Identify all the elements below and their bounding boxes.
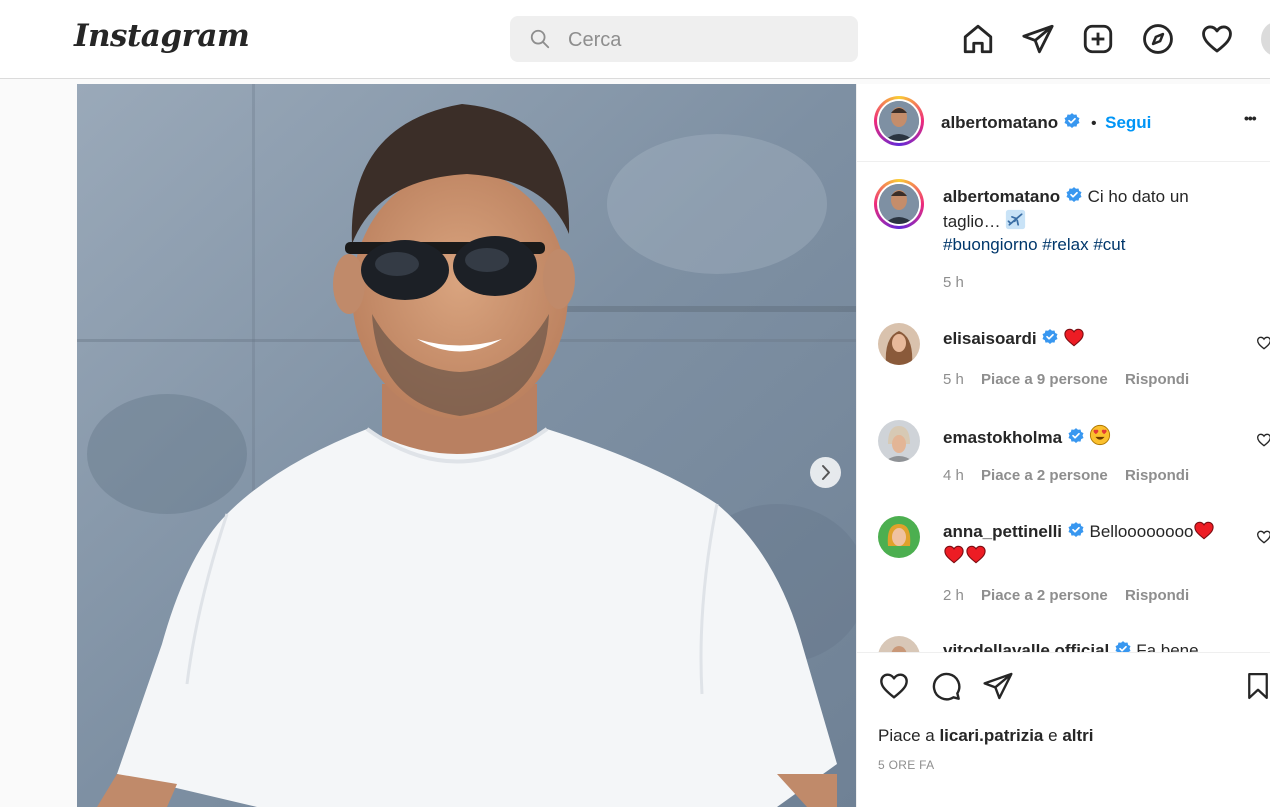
comment-time: 4 h [943, 467, 964, 484]
search-input[interactable] [566, 24, 850, 56]
direct-message-icon[interactable] [1021, 22, 1055, 56]
comment-like-heart-icon[interactable] [1256, 432, 1270, 448]
caption: albertomatano Ci ho dato un taglio… #buo… [943, 185, 1243, 257]
comment-text: Belloooooooo [1089, 522, 1194, 541]
share-send-icon[interactable] [982, 670, 1014, 702]
likes-others-link[interactable]: altri [1062, 726, 1093, 745]
comments-scroll-cutoff: vitodellavalle.official Fa bene [857, 632, 1270, 652]
comment-likes-link[interactable]: Piace a 2 persone [981, 587, 1108, 604]
chevron-right-icon [822, 465, 830, 480]
post-side-panel: albertomatano • Segui ••• albertomatano … [856, 84, 1270, 807]
author-username[interactable]: albertomatano [941, 113, 1058, 132]
commenter-avatar[interactable] [878, 516, 920, 558]
next-image-button[interactable] [810, 457, 841, 488]
likes-summary: Piace a licari.patrizia e altri [878, 726, 1094, 746]
comment-likes-link[interactable]: Piace a 2 persone [981, 467, 1108, 484]
comment-meta: 5 h Piace a 9 persone Rispondi [943, 371, 1189, 388]
red-heart-emoji-icon [966, 545, 986, 564]
post-timestamp: 5 ORE FA [878, 758, 935, 772]
verified-badge-icon [1064, 113, 1080, 128]
comment-likes-link[interactable]: Piace a 9 persone [981, 371, 1108, 388]
search-icon [530, 29, 550, 49]
caption-text-continued: taglio… [943, 211, 1001, 231]
comment-time: 5 h [943, 371, 964, 388]
hashtag-link[interactable]: #buongiorno [943, 235, 1038, 254]
hashtag-link[interactable]: #relax [1042, 235, 1088, 254]
verified-badge-icon [1115, 641, 1131, 652]
likes-conjunction: e [1048, 726, 1058, 745]
commenter-avatar[interactable] [878, 323, 920, 365]
liker-username[interactable]: licari.patrizia [939, 726, 1043, 745]
comment-meta: 2 h Piace a 2 persone Rispondi [943, 587, 1189, 604]
more-options-icon[interactable]: ••• [1244, 110, 1257, 126]
explore-icon[interactable] [1141, 22, 1175, 56]
commenter-avatar[interactable] [878, 636, 920, 652]
comment: emastokholma [943, 424, 1111, 448]
comment-username[interactable]: emastokholma [943, 428, 1062, 447]
red-heart-emoji-icon [1194, 521, 1215, 540]
comment: vitodellavalle.official Fa bene [943, 640, 1199, 652]
comment-like-heart-icon[interactable] [1256, 335, 1270, 351]
activity-heart-icon[interactable] [1200, 22, 1234, 56]
photo-illustration [77, 84, 856, 807]
comment: elisaisoardi [943, 327, 1085, 349]
red-heart-emoji-icon [944, 545, 964, 564]
reply-button[interactable]: Rispondi [1125, 467, 1189, 484]
red-heart-emoji-icon [1064, 328, 1085, 347]
caption-author-avatar[interactable] [874, 179, 924, 229]
comment-username[interactable]: anna_pettinelli [943, 522, 1062, 541]
caption-username[interactable]: albertomatano [943, 187, 1060, 206]
home-icon[interactable] [961, 22, 995, 56]
search-box[interactable] [510, 16, 858, 62]
divider [857, 161, 1270, 162]
reply-button[interactable]: Rispondi [1125, 587, 1189, 604]
comment-username[interactable]: vitodellavalle.official [943, 641, 1109, 652]
like-heart-icon[interactable] [878, 670, 910, 702]
airplane-emoji-icon [1006, 209, 1026, 229]
likes-prefix: Piace a [878, 726, 935, 745]
profile-avatar[interactable] [1261, 22, 1270, 56]
top-navigation-bar: Instagram [0, 0, 1270, 79]
verified-badge-icon [1068, 428, 1083, 443]
post-header: albertomatano • Segui [941, 112, 1151, 133]
comment-meta: 4 h Piace a 2 persone Rispondi [943, 467, 1189, 484]
reply-button[interactable]: Rispondi [1125, 371, 1189, 388]
instagram-logo[interactable]: Instagram [74, 18, 250, 54]
verified-badge-icon [1066, 187, 1082, 202]
caption-text: Ci ho dato un [1087, 187, 1189, 206]
verified-badge-icon [1042, 329, 1058, 344]
comment-time: 2 h [943, 587, 964, 604]
author-avatar[interactable] [874, 96, 924, 146]
comment-like-heart-icon[interactable] [1256, 529, 1270, 545]
divider [857, 652, 1270, 653]
verified-badge-icon [1068, 522, 1084, 537]
caption-time: 5 h [943, 274, 964, 291]
comment-username[interactable]: elisaisoardi [943, 329, 1037, 348]
comment-text: Fa bene [1136, 641, 1199, 652]
separator-dot: • [1091, 115, 1097, 132]
comment: anna_pettinelli Belloooooooo [943, 520, 1243, 568]
hashtag-link[interactable]: #cut [1093, 235, 1125, 254]
new-post-icon[interactable] [1081, 22, 1115, 56]
heart-eyes-emoji-icon [1089, 424, 1111, 446]
post-photo[interactable] [77, 84, 856, 807]
commenter-avatar[interactable] [878, 420, 920, 462]
save-bookmark-icon[interactable] [1243, 670, 1270, 702]
follow-button[interactable]: Segui [1105, 113, 1151, 132]
comment-bubble-icon[interactable] [930, 670, 962, 702]
